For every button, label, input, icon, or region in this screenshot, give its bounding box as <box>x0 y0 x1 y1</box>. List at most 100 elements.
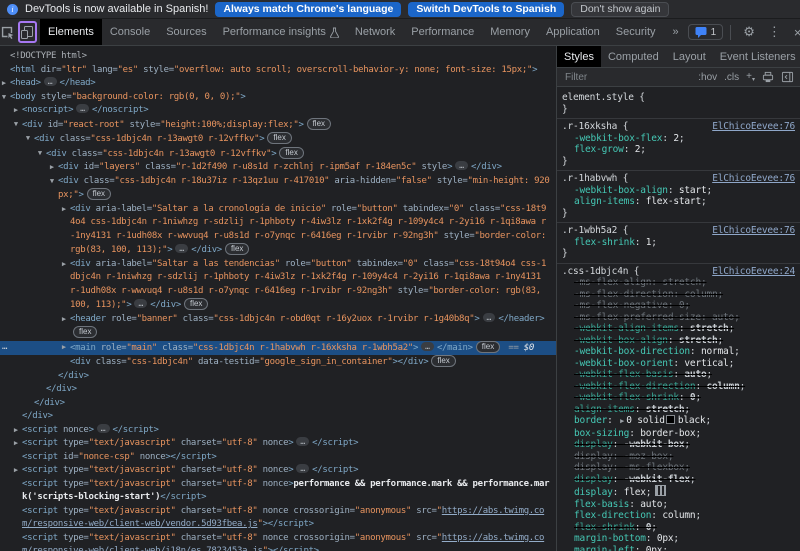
css-property[interactable]: flex-shrink: 1; <box>562 237 795 249</box>
flex-badge[interactable]: flex <box>307 118 331 130</box>
expand-ellipsis-button[interactable]: … <box>483 313 496 322</box>
dom-tree-row[interactable]: </div> <box>0 397 556 411</box>
dom-tree-row[interactable]: ▶<header role="banner" class="css-1dbjc4… <box>0 313 556 341</box>
flex-badge[interactable]: flex <box>267 132 291 144</box>
styles-filter-input[interactable] <box>563 71 691 84</box>
rendering-emulations-icon[interactable] <box>762 71 774 83</box>
css-selector[interactable]: .css-1dbjc4n <box>562 266 628 278</box>
flex-badge[interactable]: flex <box>279 147 303 159</box>
dom-tree-row[interactable]: ▼<body style="background-color: rgb(0, 0… <box>0 91 556 105</box>
dom-tree-row[interactable]: ▶<div aria-label="Saltar a las tendencia… <box>0 258 556 313</box>
css-property[interactable]: -webkit-box-orient: vertical; <box>562 358 795 370</box>
element-classes-toggle[interactable]: .cls <box>724 72 739 83</box>
dom-tree-row[interactable]: ▼<div class="css-1dbjc4n r-13awgt0 r-12v… <box>0 147 556 162</box>
flex-editor-icon[interactable] <box>655 485 666 496</box>
dom-tree-row[interactable]: ▶<script nonce>…</script> <box>0 424 556 438</box>
expand-ellipsis-button[interactable]: … <box>76 104 89 113</box>
css-property[interactable]: -ms-flex-negative: 0; <box>562 300 795 312</box>
expand-arrow-icon[interactable]: ▶ <box>59 313 69 327</box>
css-property[interactable]: -ms-flex-direction: column; <box>562 289 795 301</box>
stylesheet-link[interactable]: ElChicoEevee:76 <box>712 173 795 185</box>
more-tabs-button[interactable]: » <box>664 19 688 45</box>
expand-arrow-icon[interactable]: ▶ <box>59 203 69 217</box>
dom-tree-row[interactable]: ▶<script type="text/javascript" charset=… <box>0 437 556 451</box>
tab-application[interactable]: Application <box>538 19 608 45</box>
close-devtools-button[interactable]: × <box>789 25 800 40</box>
css-property[interactable]: box-sizing: border-box; <box>562 428 795 440</box>
tab-network[interactable]: Network <box>347 19 403 45</box>
collapse-arrow-icon[interactable]: ▼ <box>0 91 9 105</box>
stylesheet-link[interactable]: ElChicoEevee:24 <box>712 266 795 278</box>
dom-tree-row[interactable]: ▶<div id="layers" class="r-1d2f490 r-u8s… <box>0 161 556 175</box>
dom-tree-row[interactable]: ▼<div class="css-1dbjc4n r-13awgt0 r-12v… <box>0 132 556 147</box>
dom-tree-row[interactable]: </div> <box>0 370 556 384</box>
dom-tree-row[interactable]: <div class="css-1dbjc4n" data-testid="go… <box>0 355 556 370</box>
tab-elements[interactable]: Elements <box>40 19 102 45</box>
dom-tree-row[interactable]: <html dir="ltr" lang="es" style="overflo… <box>0 64 556 78</box>
css-property[interactable]: display: -moz-box; <box>562 451 795 463</box>
expand-ellipsis-button[interactable]: … <box>455 161 468 170</box>
inspect-element-button[interactable] <box>0 19 15 45</box>
always-match-language-button[interactable]: Always match Chrome's language <box>215 2 401 17</box>
expand-ellipsis-button[interactable]: … <box>296 437 309 446</box>
dom-tree-row[interactable]: <script type="text/javascript" charset="… <box>0 532 556 551</box>
dom-tree-row[interactable]: <script type="text/javascript" charset="… <box>0 505 556 532</box>
dom-tree-row[interactable]: ▶<noscript>…</noscript> <box>0 104 556 118</box>
flex-badge[interactable]: flex <box>476 341 500 353</box>
css-selector[interactable]: .r-1wbh5a2 <box>562 225 617 237</box>
css-selector[interactable]: element.style <box>562 92 634 104</box>
css-property[interactable]: flex-basis: auto; <box>562 499 795 511</box>
expand-arrow-icon[interactable]: ▶ <box>47 161 57 175</box>
expand-ellipsis-button[interactable]: … <box>134 299 147 308</box>
css-property[interactable]: -ms-flex-align: stretch; <box>562 277 795 289</box>
switch-devtools-spanish-button[interactable]: Switch DevTools to Spanish <box>408 2 564 17</box>
tab-performance[interactable]: Performance <box>403 19 482 45</box>
expand-arrow-icon[interactable]: ▶ <box>620 417 624 425</box>
css-property[interactable]: -webkit-box-align: stretch; <box>562 335 795 347</box>
tab-console[interactable]: Console <box>102 19 158 45</box>
dom-tree-row[interactable]: </div> <box>0 383 556 397</box>
dom-tree-row[interactable]: <script id="nonce-csp" nonce></script> <box>0 451 556 465</box>
css-property[interactable]: -webkit-align-items: stretch; <box>562 323 795 335</box>
expand-arrow-icon[interactable]: ▶ <box>11 104 21 118</box>
tab-performance-insights[interactable]: Performance insights <box>215 19 347 45</box>
tab-security[interactable]: Security <box>608 19 664 45</box>
css-property[interactable]: border: ▶0 solidblack; <box>562 415 795 428</box>
css-property[interactable]: -webkit-flex-basis: auto; <box>562 369 795 381</box>
css-property[interactable]: display: -webkit-flex; <box>562 474 795 486</box>
sidebar-tab-styles[interactable]: Styles <box>557 46 601 67</box>
expand-arrow-icon[interactable]: ▶ <box>59 341 69 355</box>
dom-tree-row[interactable]: ▼<div class="css-1dbjc4n r-18u37iz r-13q… <box>0 175 556 203</box>
expand-arrow-icon[interactable]: ▶ <box>0 77 9 91</box>
expand-arrow-icon[interactable]: ▶ <box>11 464 21 478</box>
dom-tree-row[interactable]: ▼<div id="react-root" style="height:100%… <box>0 118 556 133</box>
flex-badge[interactable]: flex <box>73 326 97 338</box>
css-property[interactable]: -webkit-flex-shrink: 0; <box>562 392 795 404</box>
dom-tree-row[interactable]: ▶<head>…</head> <box>0 77 556 91</box>
sidebar-tab-computed[interactable]: Computed <box>601 46 666 67</box>
expand-ellipsis-button[interactable]: … <box>175 244 188 253</box>
stylesheet-link[interactable]: ElChicoEevee:76 <box>712 121 795 133</box>
sidebar-tab-layout[interactable]: Layout <box>666 46 713 67</box>
css-property[interactable]: -ms-flex-preferred-size: auto; <box>562 312 795 324</box>
device-toolbar-toggle[interactable] <box>18 21 37 43</box>
dom-tree-row[interactable]: </div> <box>0 410 556 424</box>
expand-ellipsis-button[interactable]: … <box>421 342 434 351</box>
sidebar-tab-event-listeners[interactable]: Event Listeners <box>713 46 800 67</box>
dom-tree-row[interactable]: ▶<div aria-label="Saltar a la cronología… <box>0 203 556 258</box>
issues-counter[interactable]: 1 <box>688 24 724 40</box>
tab-memory[interactable]: Memory <box>482 19 538 45</box>
css-property[interactable]: margin-left: 0px; <box>562 545 795 551</box>
css-property[interactable]: flex-shrink: 0; <box>562 522 795 534</box>
css-property[interactable]: display: flex; <box>562 485 795 499</box>
css-property[interactable]: flex-direction: column; <box>562 510 795 522</box>
kebab-menu-button[interactable]: ⋮ <box>763 24 786 40</box>
css-property[interactable]: flex-grow: 2; <box>562 144 795 156</box>
settings-gear-button[interactable]: ⚙ <box>738 24 760 40</box>
css-selector[interactable]: .r-1habvwh <box>562 173 617 185</box>
dom-tree-row[interactable]: …▶<main role="main" class="css-1dbjc4n r… <box>0 341 556 356</box>
new-style-rule-button[interactable]: +▾ <box>746 71 755 83</box>
css-property[interactable]: display: -webkit-box; <box>562 439 795 451</box>
expand-ellipsis-button[interactable]: … <box>296 464 309 473</box>
flex-badge[interactable]: flex <box>225 243 249 255</box>
